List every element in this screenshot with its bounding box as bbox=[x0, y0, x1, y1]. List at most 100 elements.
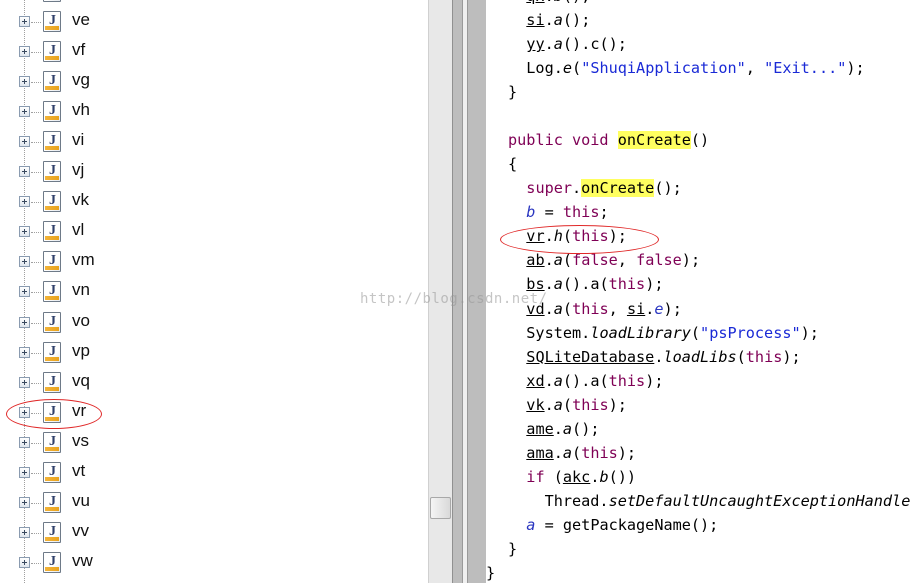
tree-item-vt[interactable]: Jvt bbox=[0, 459, 420, 489]
expand-icon[interactable] bbox=[19, 166, 30, 178]
tree-item-vq[interactable]: Jvq bbox=[0, 369, 420, 399]
tree-item-vi[interactable]: Jvi bbox=[0, 128, 420, 158]
code-line: yy.a().c(); bbox=[508, 34, 627, 54]
code-token: a bbox=[553, 11, 563, 30]
expand-icon[interactable] bbox=[19, 256, 30, 268]
code-token: akc bbox=[562, 467, 591, 486]
tree-item-vs[interactable]: Jvs bbox=[0, 429, 420, 459]
expand-icon[interactable] bbox=[19, 286, 30, 298]
tree-item-vo[interactable]: Jvo bbox=[0, 309, 420, 339]
tree-item-vu[interactable]: Jvu bbox=[0, 489, 420, 519]
code-token: . bbox=[544, 11, 554, 30]
code-token: = bbox=[535, 203, 563, 222]
code-token: this bbox=[608, 371, 646, 390]
java-file-icon: J bbox=[43, 281, 61, 303]
java-file-icon: J bbox=[43, 71, 61, 93]
expand-icon[interactable] bbox=[19, 526, 30, 538]
expand-icon[interactable] bbox=[19, 556, 30, 568]
expand-icon[interactable] bbox=[19, 46, 30, 58]
java-file-icon-letter: J bbox=[49, 373, 56, 389]
expand-icon[interactable] bbox=[19, 376, 30, 388]
tree-item-label: ve bbox=[72, 10, 90, 29]
java-file-icon-letter: J bbox=[49, 523, 56, 539]
tree-item-vw[interactable]: Jvw bbox=[0, 549, 420, 579]
tree-item-label: vq bbox=[72, 370, 90, 390]
code-line: ame.a(); bbox=[508, 419, 599, 439]
code-token: setDefaultUncaughtExceptionHandler bbox=[608, 491, 911, 510]
code-line: qx.b(); bbox=[508, 0, 590, 6]
tree-item-vg[interactable]: Jvg bbox=[0, 68, 420, 98]
tree-item-vj[interactable]: Jvj bbox=[0, 158, 420, 188]
tree-item-vn[interactable]: Jvn bbox=[0, 278, 420, 308]
code-token: a bbox=[553, 35, 563, 54]
expand-icon[interactable] bbox=[19, 226, 30, 238]
code-token: . bbox=[544, 371, 554, 390]
code-editor-panel[interactable]: qx.b(); si.a(); yy.a().c(); Log.e("Shuqi… bbox=[486, 0, 911, 583]
java-file-icon-letter: J bbox=[49, 223, 56, 239]
code-token: (); bbox=[572, 419, 600, 438]
code-token: super bbox=[526, 179, 573, 198]
code-token: ame bbox=[526, 419, 554, 438]
tree-connector bbox=[31, 142, 41, 144]
expand-icon[interactable] bbox=[19, 436, 30, 448]
expand-icon[interactable] bbox=[19, 136, 30, 148]
java-file-icon: J bbox=[43, 101, 61, 123]
tree-connector bbox=[31, 472, 41, 474]
java-file-icon-letter: J bbox=[49, 193, 56, 209]
code-token: . bbox=[544, 251, 554, 270]
code-token: this bbox=[581, 443, 618, 462]
tree-connector bbox=[31, 502, 41, 504]
tree-item-vm[interactable]: Jvm bbox=[0, 248, 420, 278]
code-token: "ShuqiApplication" bbox=[581, 59, 746, 78]
tree-item-vh[interactable]: Jvh bbox=[0, 98, 420, 128]
code-token: false bbox=[636, 251, 682, 270]
code-token: ; bbox=[599, 203, 609, 222]
code-token: b bbox=[599, 467, 609, 486]
tree-item-vk[interactable]: Jvk bbox=[0, 188, 420, 218]
tree-scroll-thumb[interactable] bbox=[430, 497, 451, 519]
code-token: ( bbox=[562, 251, 573, 270]
expand-icon[interactable] bbox=[19, 346, 30, 358]
code-line: public void onCreate() bbox=[508, 130, 709, 150]
code-token: this bbox=[572, 395, 609, 414]
java-file-icon: J bbox=[43, 221, 61, 243]
tree-item-partial[interactable] bbox=[0, 0, 420, 8]
expand-icon[interactable] bbox=[19, 496, 30, 508]
code-token: } bbox=[508, 539, 518, 558]
expand-icon[interactable] bbox=[19, 106, 30, 118]
tree-item-ve[interactable]: Jve bbox=[0, 8, 420, 38]
tree-item-label: vp bbox=[72, 340, 90, 360]
tree-item-vp[interactable]: Jvp bbox=[0, 339, 420, 369]
code-token: this bbox=[572, 299, 609, 318]
expand-icon[interactable] bbox=[19, 316, 30, 328]
code-token: si bbox=[626, 299, 646, 318]
code-token: ( bbox=[562, 395, 573, 414]
tree-item-vf[interactable]: Jvf bbox=[0, 38, 420, 68]
tree-item-label: vo bbox=[72, 310, 90, 330]
code-line: SQLiteDatabase.loadLibs(this); bbox=[508, 347, 800, 367]
java-file-icon: J bbox=[43, 371, 61, 393]
tree-item-vv[interactable]: Jvv bbox=[0, 519, 420, 549]
expand-icon[interactable] bbox=[19, 76, 30, 88]
code-token: this bbox=[608, 275, 646, 294]
code-token: onCreate bbox=[581, 179, 655, 198]
java-file-icon: J bbox=[43, 11, 61, 32]
expand-icon[interactable] bbox=[19, 196, 30, 208]
tree-item-label: vi bbox=[72, 130, 85, 150]
tree-connector bbox=[31, 262, 41, 264]
java-file-icon-letter: J bbox=[49, 313, 56, 329]
expand-icon[interactable] bbox=[19, 466, 30, 478]
expand-icon[interactable] bbox=[19, 16, 30, 27]
tree-item-label: vw bbox=[72, 550, 93, 570]
code-token: , bbox=[617, 251, 637, 270]
tree-item-vl[interactable]: Jvl bbox=[0, 218, 420, 248]
code-token: ); bbox=[681, 251, 701, 270]
code-line: si.a(); bbox=[508, 10, 590, 30]
code-token: ab bbox=[526, 251, 545, 270]
code-token: SQLiteDatabase bbox=[526, 347, 655, 366]
